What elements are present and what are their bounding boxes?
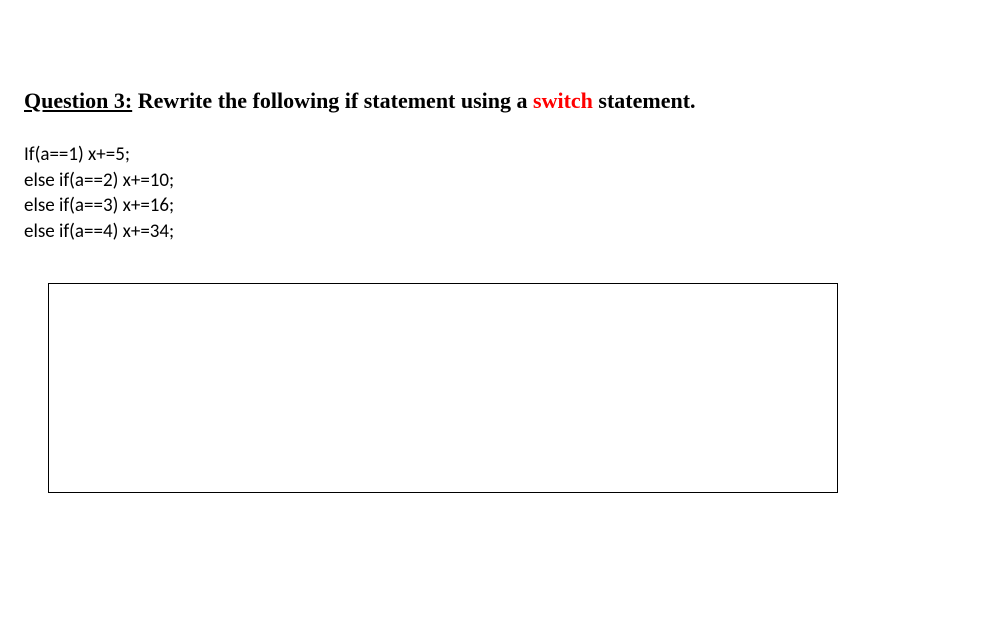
- code-line: else if(a==2) x+=10;: [24, 168, 958, 194]
- code-line: If(a==1) x+=5;: [24, 142, 958, 168]
- code-line: else if(a==3) x+=16;: [24, 193, 958, 219]
- switch-keyword: switch: [533, 88, 593, 113]
- question-prompt-before: Rewrite the following if statement using…: [132, 88, 533, 113]
- question-prompt-after: statement.: [593, 88, 696, 113]
- answer-box[interactable]: [48, 283, 838, 493]
- code-line: else if(a==4) x+=34;: [24, 219, 958, 245]
- code-block: If(a==1) x+=5; else if(a==2) x+=10; else…: [24, 142, 958, 245]
- question-header: Question 3: Rewrite the following if sta…: [24, 88, 958, 114]
- question-label: Question 3:: [24, 88, 132, 113]
